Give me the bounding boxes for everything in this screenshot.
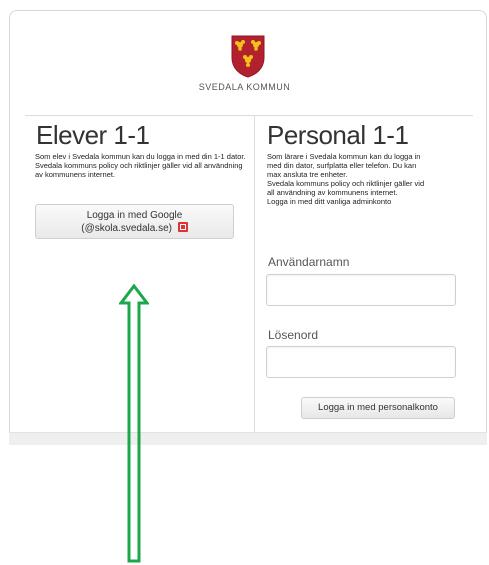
staff-title: Personal 1-1 <box>267 120 409 150</box>
staff-description-line: all användning av kommunens internet. <box>267 188 398 197</box>
staff-description-line: med din dator, surfplatta eller telefon.… <box>267 161 417 170</box>
students-title: Elever 1-1 <box>36 120 150 150</box>
brand-name: SVEDALA KOMMUN <box>198 82 291 92</box>
svedala-coat-of-arms-icon <box>231 35 265 78</box>
username-field[interactable] <box>266 274 456 306</box>
header-divider <box>25 115 473 116</box>
staff-description-line: Svedala kommuns policy och riktlinjer gä… <box>267 179 425 188</box>
password-label: Lösenord <box>268 328 319 342</box>
staff-description-line: Som lärare i Svedala kommun kan du logga… <box>267 152 421 161</box>
card-footer <box>9 432 487 445</box>
up-arrow-annotation-icon <box>119 283 149 563</box>
google-button-domain: (@skola.svedala.se) <box>81 223 172 234</box>
password-field[interactable] <box>266 346 456 378</box>
staff-description-line: max ansluta tre enheter. <box>267 170 348 179</box>
google-login-button[interactable]: Logga in med Google (@skola.svedala.se) <box>35 204 234 239</box>
google-button-label: Logga in med Google <box>86 210 183 221</box>
students-description: Som elev i Svedala kommun kan du logga i… <box>35 152 246 179</box>
column-divider <box>254 115 255 432</box>
username-label: Användarnamn <box>268 255 350 269</box>
staff-login-button[interactable]: Logga in med personalkonto <box>301 397 455 419</box>
google-plus-icon <box>177 222 188 232</box>
staff-description-line: Logga in med ditt vanliga adminkonto <box>267 197 392 206</box>
staff-description: Som lärare i Svedala kommun kan du logga… <box>267 152 467 206</box>
